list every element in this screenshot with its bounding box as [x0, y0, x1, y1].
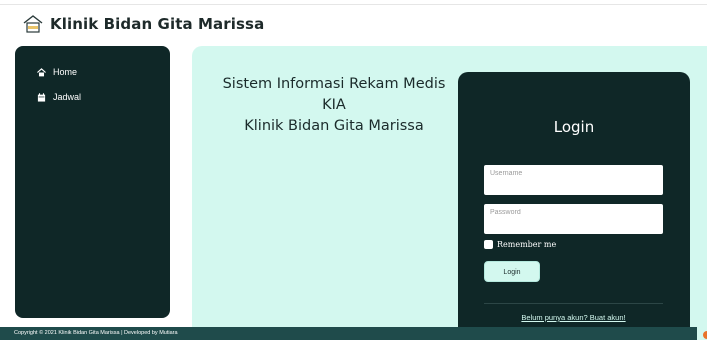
sidebar: Home Jadwal	[15, 46, 170, 318]
title-line: Sistem Informasi Rekam Medis	[222, 76, 446, 92]
remember-label: Remember me	[497, 240, 557, 249]
page-title: Sistem Informasi Rekam Medis KIA Klinik …	[205, 74, 463, 137]
password-field[interactable]	[484, 204, 663, 234]
login-title: Login	[553, 118, 595, 136]
footer-text: Copyright © 2021 Klinik Bidan Gita Maris…	[14, 330, 178, 336]
title-line: KIA	[322, 97, 346, 113]
sidebar-item-label: Jadwal	[53, 92, 82, 102]
login-card	[458, 72, 690, 334]
divider	[484, 303, 663, 304]
home-icon	[37, 67, 46, 76]
sidebar-item-jadwal[interactable]: Jadwal	[37, 92, 81, 102]
top-border	[0, 4, 707, 5]
corner-indicator	[703, 331, 707, 339]
remember-me[interactable]: Remember me	[484, 240, 556, 249]
sidebar-item-label: Home	[53, 67, 78, 77]
sidebar-item-home[interactable]: Home	[37, 67, 77, 77]
register-link[interactable]: Belum punya akun? Buat akun!	[484, 313, 663, 322]
calendar-icon	[37, 92, 46, 102]
login-button[interactable]: Login	[484, 261, 540, 282]
brand-name: Klinik Bidan Gita Marissa	[50, 15, 265, 33]
footer: Copyright © 2021 Klinik Bidan Gita Maris…	[0, 327, 697, 340]
remember-checkbox[interactable]	[484, 240, 493, 249]
title-line: Klinik Bidan Gita Marissa	[244, 118, 424, 134]
house-logo-icon	[23, 15, 43, 33]
brand[interactable]: Klinik Bidan Gita Marissa	[22, 12, 264, 36]
username-field[interactable]	[484, 165, 663, 195]
